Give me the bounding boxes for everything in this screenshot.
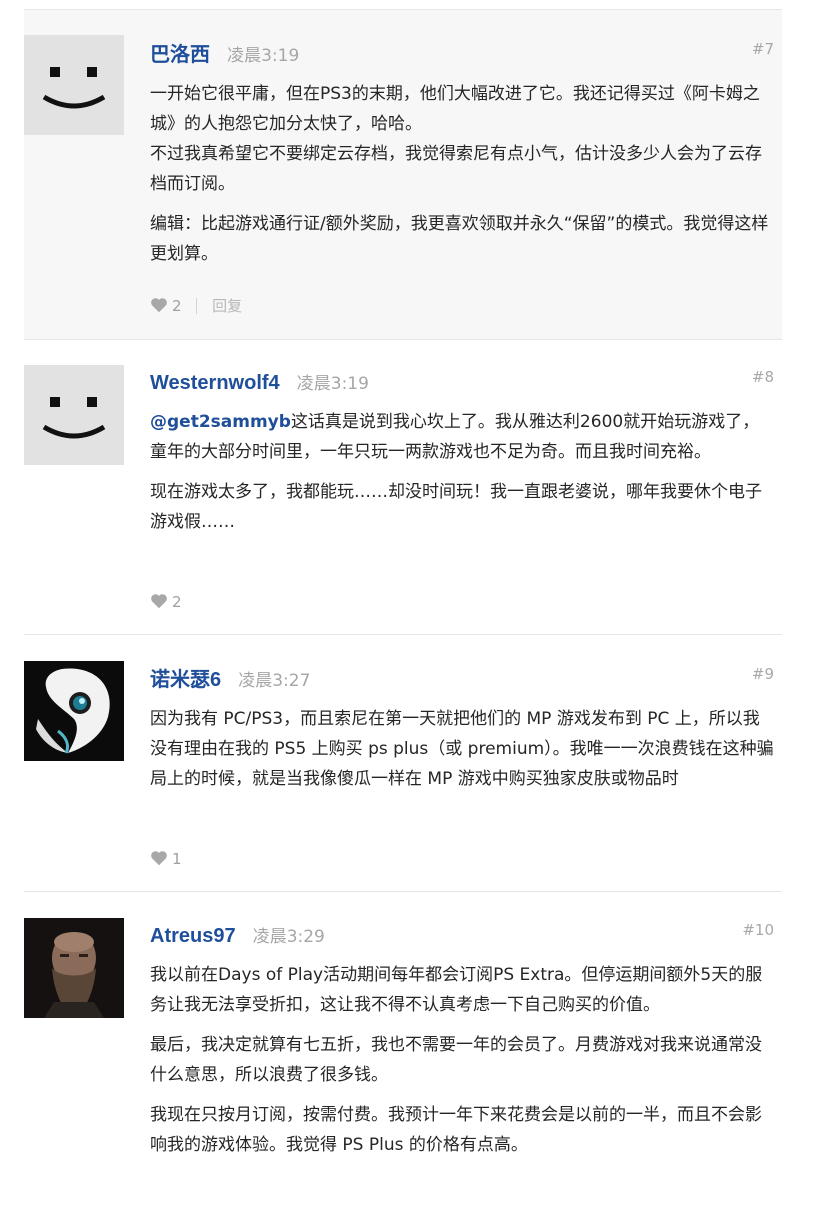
comment-body: Westernwolf4 凌晨3:19 #8 @get2sammyb这话真是说到… [150, 368, 774, 547]
comment-number[interactable]: #10 [742, 916, 774, 944]
author-name[interactable]: Atreus97 [150, 925, 236, 947]
like-count: 2 [172, 297, 182, 315]
heart-icon [151, 594, 167, 609]
comment-paragraph: 因为我有 PC/PS3，而且索尼在第一天就把他们的 MP 游戏发布到 PC 上，… [150, 709, 774, 789]
smiley-avatar-icon [24, 365, 124, 465]
comment-text: 一开始它很平庸，但在PS3的末期，他们大幅改进了它。我还记得买过《阿卡姆之城》的… [150, 79, 774, 269]
comment-paragraph: 最后，我决定就算有七五折，我也不需要一年的会员了。月费游戏对我来说通常没什么意思… [150, 1035, 762, 1085]
like-button[interactable]: 2 [150, 297, 186, 315]
comment-10: Atreus97 凌晨3:29 #10 我以前在Days of Play活动期间… [24, 892, 782, 1222]
comment-paragraph: 一开始它很平庸，但在PS3的末期，他们大幅改进了它。我还记得买过《阿卡姆之城》的… [150, 84, 762, 194]
top-divider [24, 0, 782, 10]
comment-time[interactable]: 凌晨3:19 [297, 374, 369, 394]
comment-meta: 诺米瑟6 凌晨3:27 #9 [150, 665, 774, 694]
comment-paragraph: 我以前在Days of Play活动期间每年都会订阅PS Extra。但停运期间… [150, 965, 763, 1015]
white-creature-avatar-icon [24, 661, 124, 761]
avatar[interactable] [24, 35, 124, 135]
comment-text: 我以前在Days of Play活动期间每年都会订阅PS Extra。但停运期间… [150, 960, 774, 1160]
comment-body: 巴洛西 凌晨3:19 #7 一开始它很平庸，但在PS3的末期，他们大幅改进了它。… [150, 40, 774, 279]
comment-paragraph: 我现在只按月订阅，按需付费。我预计一年下来花费会是以前的一半，而且不会影响我的游… [150, 1105, 762, 1155]
like-button[interactable]: 1 [150, 850, 182, 868]
reply-button[interactable]: 回复 [212, 297, 242, 315]
smiley-avatar-icon [24, 35, 124, 135]
comment-time[interactable]: 凌晨3:27 [238, 671, 310, 691]
comment-actions: 2 回复 [150, 295, 242, 317]
avatar[interactable] [24, 918, 124, 1018]
action-divider [196, 298, 198, 314]
like-button[interactable]: 2 [150, 593, 182, 611]
comment-number[interactable]: #9 [752, 660, 774, 688]
author-name[interactable]: 诺米瑟6 [150, 669, 221, 691]
comment-actions: 2 [150, 591, 182, 613]
comment-7: 巴洛西 凌晨3:19 #7 一开始它很平庸，但在PS3的末期，他们大幅改进了它。… [24, 10, 782, 340]
comment-meta: Westernwolf4 凌晨3:19 #8 [150, 368, 774, 397]
comment-time[interactable]: 凌晨3:19 [227, 46, 299, 66]
user-mention-link[interactable]: @get2sammyb [150, 412, 291, 432]
comment-paragraph: @get2sammyb这话真是说到我心坎上了。我从雅达利2600就开始玩游戏了，… [150, 407, 774, 467]
comment-number[interactable]: #8 [752, 363, 774, 391]
comment-number[interactable]: #7 [752, 35, 774, 63]
author-name[interactable]: 巴洛西 [150, 44, 210, 66]
avatar[interactable] [24, 661, 124, 761]
avatar[interactable] [24, 365, 124, 465]
comment-text: @get2sammyb这话真是说到我心坎上了。我从雅达利2600就开始玩游戏了，… [150, 407, 774, 537]
comment-time[interactable]: 凌晨3:29 [253, 927, 325, 947]
like-count: 2 [172, 593, 182, 611]
comment-body: 诺米瑟6 凌晨3:27 #9 因为我有 PC/PS3，而且索尼在第一天就把他们的… [150, 665, 774, 804]
comment-body: Atreus97 凌晨3:29 #10 我以前在Days of Play活动期间… [150, 921, 774, 1170]
comment-8: Westernwolf4 凌晨3:19 #8 @get2sammyb这话真是说到… [24, 340, 782, 635]
comment-meta: 巴洛西 凌晨3:19 #7 [150, 40, 774, 69]
comment-paragraph: 现在游戏太多了，我都能玩……却没时间玩！我一直跟老婆说，哪年我要休个电子游戏假…… [150, 482, 762, 532]
comment-paragraph: 编辑：比起游戏通行证/额外奖励，我更喜欢领取并永久“保留”的模式。我觉得这样更划… [150, 214, 769, 264]
comment-thread: 巴洛西 凌晨3:19 #7 一开始它很平庸，但在PS3的末期，他们大幅改进了它。… [24, 0, 782, 1222]
bearded-man-avatar-icon [24, 918, 124, 1018]
author-name[interactable]: Westernwolf4 [150, 372, 280, 394]
comment-text: 因为我有 PC/PS3，而且索尼在第一天就把他们的 MP 游戏发布到 PC 上，… [150, 704, 774, 794]
comment-meta: Atreus97 凌晨3:29 #10 [150, 921, 774, 950]
comment-actions: 1 [150, 848, 182, 870]
like-count: 1 [172, 850, 182, 868]
comment-9: 诺米瑟6 凌晨3:27 #9 因为我有 PC/PS3，而且索尼在第一天就把他们的… [24, 635, 782, 892]
heart-icon [151, 298, 167, 313]
heart-icon [151, 851, 167, 866]
